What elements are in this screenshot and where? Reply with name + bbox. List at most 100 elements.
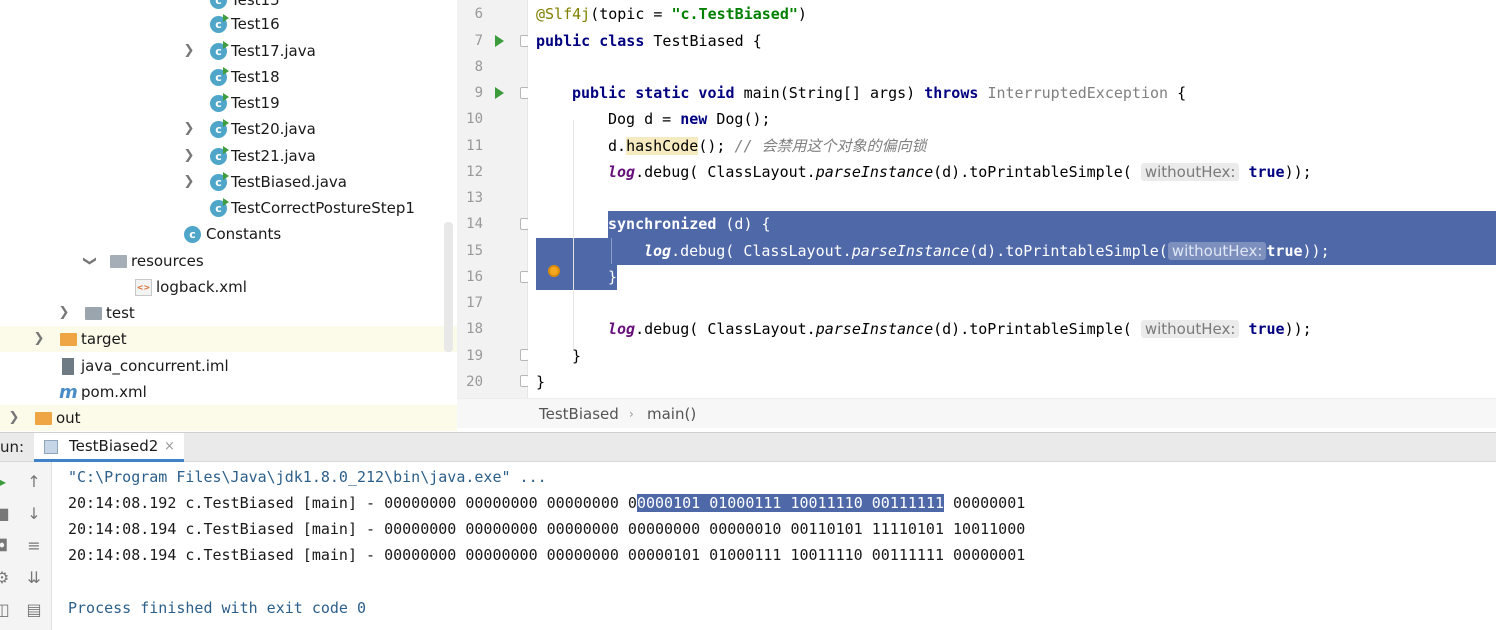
- code-text: }: [536, 373, 546, 391]
- code-line-11: d.hashCode(); // 会禁用这个对象的偏向锁: [528, 133, 1496, 159]
- print-icon[interactable]: ▤: [24, 600, 44, 620]
- chevron-right-icon[interactable]: ❯: [182, 38, 196, 64]
- chevron-right-icon[interactable]: ❯: [7, 405, 21, 431]
- keyword: true: [1239, 320, 1285, 338]
- run-main-icon[interactable]: [495, 87, 504, 99]
- console-line: 20:14:08.194 c.TestBiased [main] - 00000…: [68, 546, 1026, 564]
- code-line-19: }: [528, 343, 1496, 369]
- tree-item-test18[interactable]: c Test18: [0, 64, 457, 90]
- tree-item-label: logback.xml: [156, 278, 247, 296]
- code-text: (d) {: [725, 215, 771, 233]
- code-text: .debug( ClassLayout.: [671, 242, 852, 260]
- tree-item-target[interactable]: ❯ target: [0, 326, 457, 352]
- code-text: ();: [698, 137, 735, 155]
- code-text: .debug( ClassLayout.: [635, 163, 816, 181]
- run-tab-label: TestBiased2: [69, 437, 159, 455]
- code-text: Dog();: [716, 110, 771, 128]
- breadcrumb: TestBiased › main(): [457, 398, 1496, 428]
- string-literal: "c.TestBiased": [671, 5, 798, 23]
- tree-item-testbiased[interactable]: ❯ c TestBiased.java: [0, 169, 457, 195]
- line-number: 11: [466, 138, 483, 154]
- tree-item-label: pom.xml: [81, 383, 147, 401]
- chevron-right-icon[interactable]: ❯: [57, 300, 71, 326]
- settings-icon[interactable]: ⚙: [0, 568, 12, 588]
- arrow-down-icon[interactable]: ↓: [24, 504, 44, 524]
- chevron-right-icon[interactable]: ❯: [182, 143, 196, 169]
- code-text: Dog d =: [608, 110, 681, 128]
- tree-item-label: test: [106, 304, 135, 322]
- tree-item-pom[interactable]: m pom.xml: [0, 379, 457, 405]
- tree-item-testcorrectposturestep1[interactable]: c TestCorrectPostureStep1: [0, 195, 457, 221]
- line-number: 6: [474, 6, 483, 22]
- tree-item-out[interactable]: ❯ out: [0, 405, 457, 431]
- tree-item-test21[interactable]: ❯ c Test21.java: [0, 143, 457, 169]
- chevron-right-icon[interactable]: ❯: [32, 326, 46, 352]
- resources-folder-icon: [110, 255, 127, 268]
- tree-item-label: Test19: [231, 94, 280, 112]
- code-line-12: log.debug( ClassLayout.parseInstance(d).…: [528, 159, 1496, 185]
- tree-item-test19[interactable]: c Test19: [0, 90, 457, 116]
- tree-item-iml[interactable]: java_concurrent.iml: [0, 353, 457, 379]
- run-tab-testbiased2[interactable]: TestBiased2 ×: [34, 433, 184, 462]
- run-tool-window-header: un: TestBiased2 ×: [0, 432, 1496, 462]
- code-editor[interactable]: @Slf4j(topic = "c.TestBiased") public cl…: [528, 0, 1496, 398]
- tree-item-test20[interactable]: ❯ c Test20.java: [0, 116, 457, 142]
- tree-scrollbar[interactable]: [444, 222, 453, 352]
- tree-item-label: resources: [131, 252, 204, 270]
- pin-icon[interactable]: ◫: [0, 600, 12, 620]
- code-text: (d).toPrintableSimple(: [969, 242, 1168, 260]
- tree-item-label: Test21.java: [231, 147, 316, 165]
- tree-item-test16[interactable]: c Test16: [0, 11, 457, 37]
- annotation: @Slf4j: [536, 5, 591, 23]
- class-icon: c: [210, 67, 229, 86]
- code-text: ): [797, 5, 807, 23]
- camera-icon[interactable]: ◘: [0, 536, 12, 556]
- breadcrumb-class[interactable]: TestBiased: [539, 399, 619, 429]
- editor-gutter: 6 7 8 9 10 11 12 13 14 15 16 17 18 19 20: [457, 0, 528, 398]
- log-field: log: [608, 163, 636, 181]
- class-icon: c: [210, 172, 229, 191]
- code-text: d.: [608, 137, 627, 155]
- tree-item-label: target: [81, 330, 127, 348]
- tree-item-constants[interactable]: c Constants: [0, 221, 457, 247]
- intention-bulb-icon[interactable]: [548, 265, 560, 277]
- tree-item-label: TestCorrectPostureStep1: [231, 199, 415, 217]
- keyword: throws: [924, 84, 988, 102]
- close-icon[interactable]: ×: [164, 433, 175, 460]
- run-class-icon[interactable]: [495, 35, 504, 47]
- chevron-right-icon[interactable]: ❯: [182, 169, 196, 195]
- console-output[interactable]: "C:\Program Files\Java\jdk1.8.0_212\bin\…: [52, 462, 1496, 630]
- rerun-icon[interactable]: ▸: [0, 472, 12, 492]
- tree-item-logback-xml[interactable]: <> logback.xml: [0, 274, 457, 300]
- tree-item-resources[interactable]: ❯ resources: [0, 248, 457, 274]
- parameter-hint: withoutHex:: [1167, 242, 1267, 260]
- class-icon: c: [210, 146, 229, 165]
- tree-item-label: out: [56, 409, 81, 427]
- code-line-18: log.debug( ClassLayout.parseInstance(d).…: [528, 316, 1496, 342]
- scroll-to-end-icon[interactable]: ⇊: [24, 568, 44, 588]
- chevron-right-icon[interactable]: ❯: [182, 116, 196, 142]
- comment: // 会禁用这个对象的偏向锁: [734, 137, 927, 155]
- console-command-line: "C:\Program Files\Java\jdk1.8.0_212\bin\…: [68, 468, 547, 486]
- line-number: 18: [466, 321, 483, 337]
- target-folder-icon: [60, 333, 77, 346]
- line-number: 20: [466, 374, 483, 390]
- breadcrumb-separator-icon: ›: [629, 407, 634, 421]
- tree-item-test17[interactable]: ❯ c Test17.java: [0, 38, 457, 64]
- console-selection: 0000101 01000111 10011110 00111111: [636, 494, 944, 512]
- console-line: 20:14:08.192 c.TestBiased [main] - 00000…: [68, 490, 1025, 516]
- chevron-down-icon[interactable]: ❯: [76, 254, 102, 268]
- stop-icon[interactable]: ■: [0, 504, 12, 524]
- console-text: 00000001: [944, 494, 1026, 512]
- tree-item-label: Constants: [206, 225, 282, 243]
- breadcrumb-method[interactable]: main(): [647, 399, 696, 429]
- arrow-up-icon[interactable]: ↑: [24, 472, 44, 492]
- tree-item-label: java_concurrent.iml: [81, 357, 229, 375]
- tree-item-label: Test16: [231, 15, 280, 33]
- tree-item-test-folder[interactable]: ❯ test: [0, 300, 457, 326]
- keyword: public static void: [572, 84, 744, 102]
- class-icon: c: [210, 41, 229, 60]
- soft-wrap-icon[interactable]: ≡: [24, 536, 44, 556]
- code-line-14: synchronized (d) {: [528, 211, 1496, 237]
- code-text: }: [608, 268, 618, 286]
